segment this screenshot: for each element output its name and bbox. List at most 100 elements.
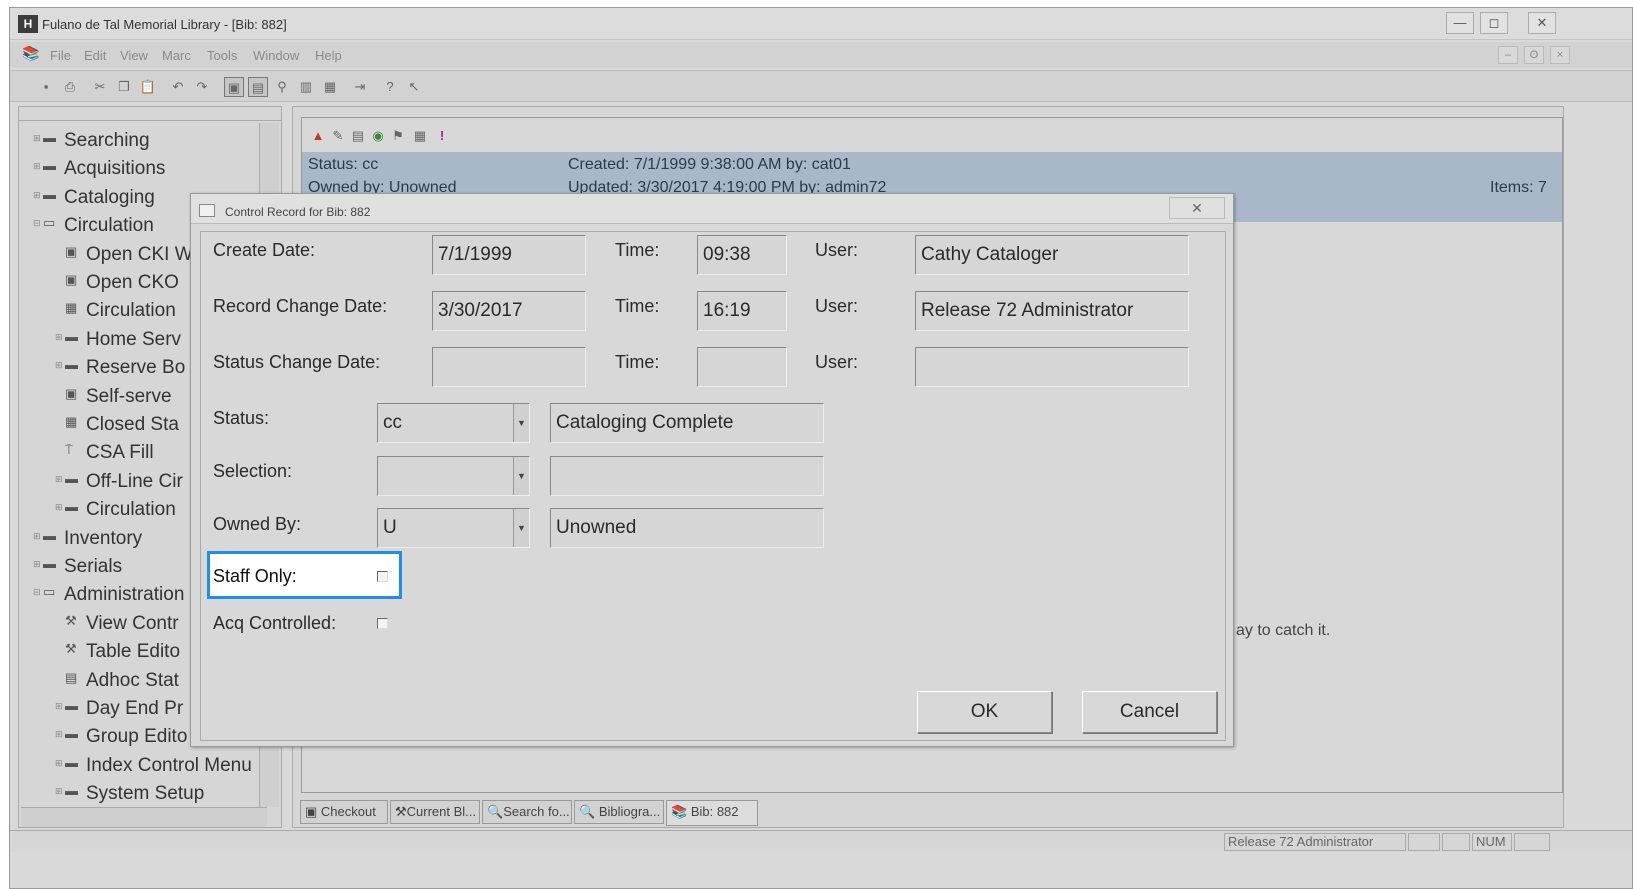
mdi-restore-button[interactable]: ʘ [1524, 46, 1544, 64]
minimize-button[interactable]: — [1446, 12, 1474, 34]
tree-item[interactable]: ⊞ ▬ Group Edito [55, 725, 187, 749]
status-change-user-field[interactable] [915, 347, 1189, 387]
mdi-close-button[interactable]: × [1550, 46, 1570, 64]
expand-toggle-icon[interactable]: ⊞ [55, 356, 65, 374]
cut-icon[interactable]: ✂ [90, 77, 110, 97]
save-icon[interactable]: ▪ [36, 77, 56, 97]
chevron-down-icon[interactable]: ▼ [513, 457, 529, 495]
books-small-icon[interactable]: ▦ [410, 126, 430, 146]
expand-toggle-icon[interactable]: ⊞ [55, 328, 65, 346]
tree-item[interactable]: ⊞ ▬ Serials [33, 555, 122, 579]
expand-toggle-icon[interactable]: ⊞ [55, 782, 65, 800]
view-a-icon[interactable]: ▣ [224, 77, 244, 97]
menu-edit[interactable]: Edit [84, 48, 106, 63]
expand-toggle-icon[interactable]: ⊟ [33, 214, 43, 232]
paste-icon[interactable]: 📋 [138, 77, 158, 97]
close-window-button[interactable]: ✕ [1528, 12, 1556, 34]
selection-select[interactable]: ▼ [377, 456, 530, 496]
tree-item[interactable]: ▣ Open CKO [55, 271, 179, 295]
status-change-time-field[interactable] [697, 347, 787, 387]
expand-toggle-icon[interactable]: ⊞ [33, 129, 43, 147]
tree-item[interactable]: ⊞ ▬ Circulation [55, 498, 176, 522]
expand-toggle-icon[interactable]: ⊞ [33, 157, 43, 175]
tree-item[interactable]: ⊞ ▬ Off-Line Cir [55, 470, 183, 494]
form-icon[interactable]: ▦ [320, 77, 340, 97]
tree-item[interactable]: ▤ Adhoc Stat [55, 669, 179, 693]
exclamation-icon[interactable]: ! [432, 126, 452, 146]
owned-by-select[interactable]: U ▼ [377, 508, 530, 548]
cancel-button[interactable]: Cancel [1082, 691, 1217, 733]
tree-item[interactable]: ▣ Open CKI W [55, 243, 193, 267]
find-icon[interactable]: ⚲ [272, 77, 292, 97]
redo-icon[interactable]: ↷ [192, 77, 212, 97]
dialog-close-button[interactable]: ✕ [1169, 197, 1225, 219]
menu-help[interactable]: Help [315, 48, 342, 63]
change-user-field[interactable]: Release 72 Administrator [915, 291, 1189, 331]
print-icon[interactable]: ⎙ [60, 77, 80, 97]
expand-toggle-icon[interactable]: ⊞ [55, 498, 65, 516]
chevron-down-icon[interactable]: ▼ [513, 509, 529, 547]
create-user-field[interactable]: Cathy Cataloger [915, 235, 1189, 275]
context-help-icon[interactable]: ↖ [404, 77, 424, 97]
expand-toggle-icon[interactable]: ⊞ [55, 470, 65, 488]
mdi-minimize-button[interactable]: – [1498, 46, 1518, 64]
expand-toggle-icon[interactable]: ⊞ [33, 527, 43, 545]
expand-toggle-icon[interactable]: ⊞ [33, 186, 43, 204]
tree-item[interactable]: ⊟ ▭ Circulation [33, 214, 154, 238]
ok-button[interactable]: OK [917, 691, 1052, 733]
menu-window[interactable]: Window [253, 48, 299, 63]
tab-search[interactable]: 🔍Search fo... [482, 800, 572, 824]
tab-bib-882[interactable]: 📚 Bib: 882 [666, 800, 758, 826]
create-date-field[interactable]: 7/1/1999 [432, 235, 586, 275]
tree-item[interactable]: ⊞ ▬ System Setup [55, 782, 204, 806]
tab-bibliographic[interactable]: 🔍 Bibliogra... [574, 800, 664, 824]
view-b-icon[interactable]: ▤ [248, 77, 268, 97]
globe-icon[interactable]: ◉ [368, 126, 388, 146]
tree-item[interactable]: ⊞ ▬ Home Serv [55, 328, 181, 352]
expand-toggle-icon[interactable]: ⊟ [33, 583, 43, 601]
menu-marc[interactable]: Marc [162, 48, 191, 63]
tree-item[interactable]: ▦ Circulation [55, 299, 176, 323]
barcode-icon[interactable]: ▥ [296, 77, 316, 97]
tree-item[interactable]: ⊞ ▬ Reserve Bo [55, 356, 185, 380]
tree-item[interactable]: ⚒ View Contr [55, 612, 179, 636]
alert-icon[interactable]: ▲ [308, 126, 328, 146]
change-date-field[interactable]: 3/30/2017 [432, 291, 586, 331]
expand-toggle-icon[interactable]: ⊞ [55, 725, 65, 743]
maximize-button[interactable]: ◻ [1480, 12, 1508, 34]
tab-checkout[interactable]: ▣ Checkout [300, 800, 388, 824]
tree-item[interactable]: ⊞ ▬ Day End Pr [55, 697, 183, 721]
tree-item[interactable]: ▣ Self-serve [55, 385, 172, 409]
nav-horizontal-scrollbar[interactable] [21, 807, 267, 827]
tree-item[interactable]: ⊞ ▬ Cataloging [33, 186, 155, 210]
expand-toggle-icon[interactable]: ⊞ [55, 754, 65, 772]
status-change-date-field[interactable] [432, 347, 586, 387]
tree-item[interactable]: ⊞ ▬ Acquisitions [33, 157, 165, 181]
tree-item[interactable]: ⚒ Table Edito [55, 640, 180, 664]
menu-tools[interactable]: Tools [207, 48, 237, 63]
tree-item[interactable]: ⊞ ▬ Index Control Menu [55, 754, 252, 778]
expand-toggle-icon[interactable]: ⊞ [55, 697, 65, 715]
acq-controlled-checkbox[interactable] [377, 618, 388, 629]
staff-only-checkbox[interactable] [377, 571, 388, 582]
tree-item[interactable]: ⊞ ▬ Inventory [33, 527, 142, 551]
pencil-icon[interactable]: ✎ [328, 126, 348, 146]
tree-item[interactable]: ▦ Closed Sta [55, 413, 179, 437]
tree-item[interactable]: ⊟ ▭ Administration [33, 583, 184, 607]
undo-icon[interactable]: ↶ [168, 77, 188, 97]
expand-toggle-icon[interactable]: ⊞ [33, 555, 43, 573]
flag-icon[interactable]: ⚑ [388, 126, 408, 146]
menu-file[interactable]: File [50, 48, 71, 63]
tab-current-bib[interactable]: ⚒Current Bl... [390, 800, 480, 824]
copy-icon[interactable]: ❐ [114, 77, 134, 97]
menu-view[interactable]: View [120, 48, 148, 63]
tree-item[interactable]: ⊞ ▬ Searching [33, 129, 150, 153]
chevron-down-icon[interactable]: ▼ [513, 404, 529, 442]
status-select[interactable]: cc ▼ [377, 403, 530, 443]
tree-item[interactable]: ⍑ CSA Fill [55, 441, 154, 465]
help-icon[interactable]: ? [380, 77, 400, 97]
list-icon[interactable]: ▤ [348, 126, 368, 146]
create-time-field[interactable]: 09:38 [697, 235, 787, 275]
import-icon[interactable]: ⇥ [350, 77, 370, 97]
change-time-field[interactable]: 16:19 [697, 291, 787, 331]
